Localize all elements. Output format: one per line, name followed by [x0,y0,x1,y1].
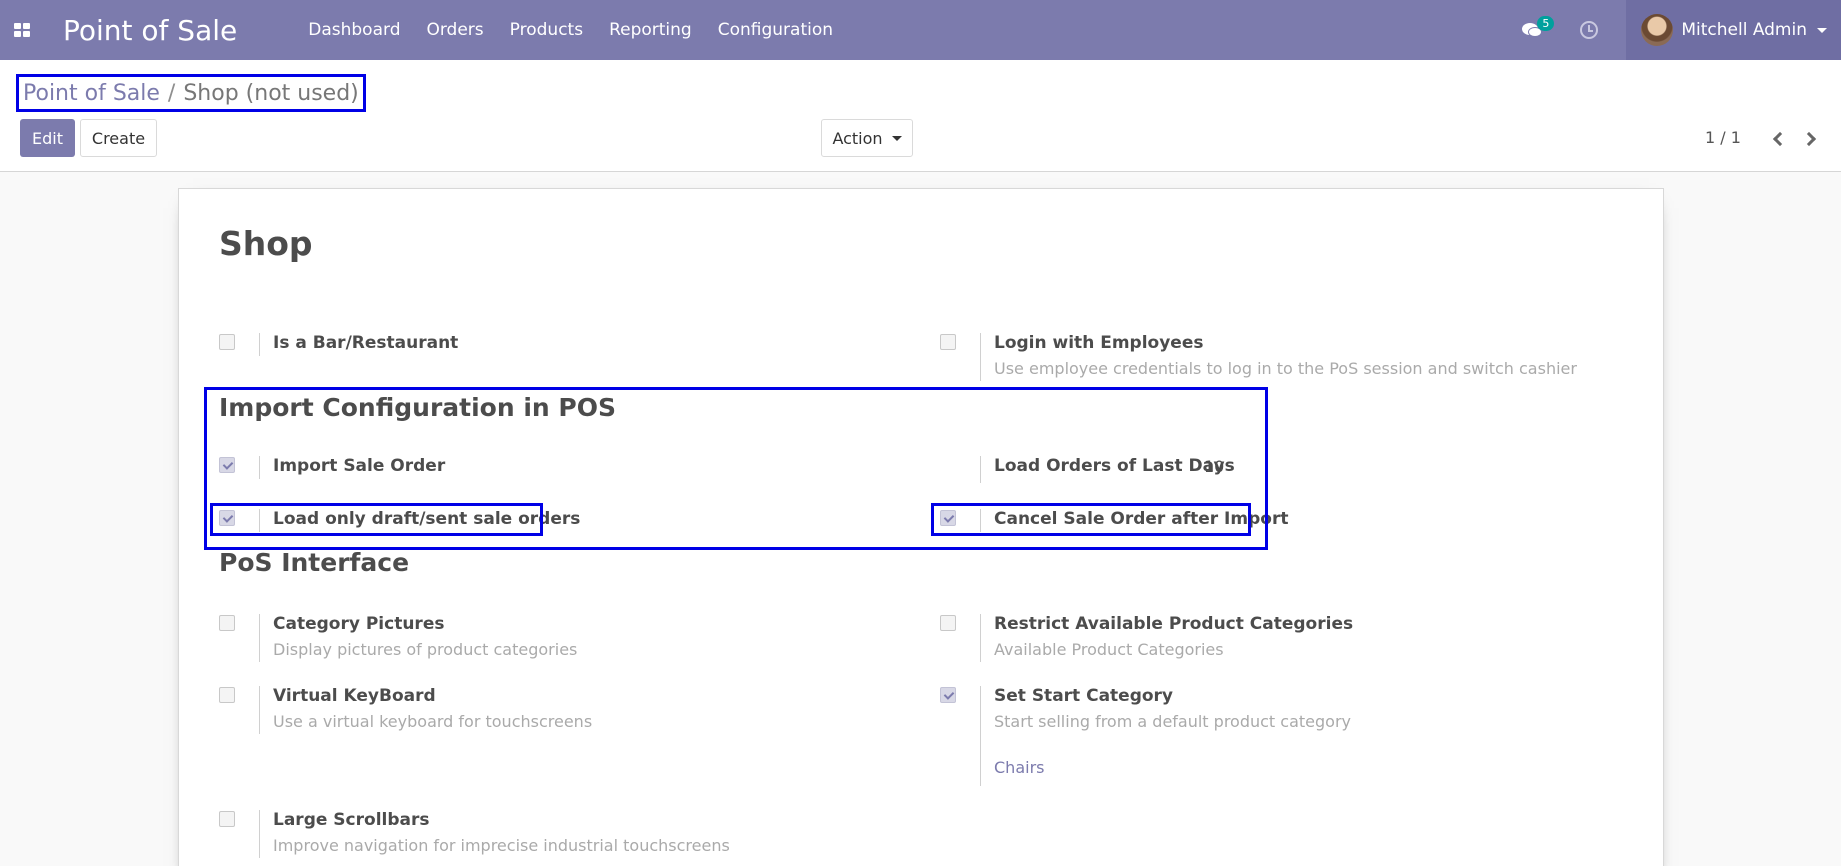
chevron-left-icon [1772,131,1788,147]
import-sale-order-label: Import Sale Order [273,456,446,476]
load-draft-checkbox[interactable] [219,510,235,526]
user-name: Mitchell Admin [1681,20,1807,40]
activity-clock-icon[interactable] [1580,21,1599,39]
import-sale-order-checkbox[interactable] [219,457,235,473]
menu-configuration[interactable]: Configuration [718,20,833,40]
breadcrumb-separator: / [167,80,176,106]
start-category-label: Set Start Category [994,686,1174,706]
cancel-after-import-checkbox[interactable] [940,510,956,526]
large-scrollbars-label: Large Scrollbars [273,810,430,830]
import-section-title: Import Configuration in POS [219,393,616,422]
avatar [1641,14,1674,46]
caret-down-icon [891,135,902,141]
large-scrollbars-checkbox[interactable] [219,811,235,827]
load-last-days-input[interactable]: 10 [1204,457,1224,476]
is-bar-checkbox[interactable] [219,334,235,350]
restrict-categories-checkbox[interactable] [940,615,956,631]
breadcrumb-current: Shop (not used) [183,80,359,106]
chevron-right-icon [1801,131,1817,147]
navbar-systray: 5 Mitchell Admin [1520,0,1841,60]
setting-divider [980,509,981,532]
menu-products[interactable]: Products [510,20,583,40]
setting-divider [980,333,981,381]
large-scrollbars-desc: Improve navigation for imprecise industr… [273,836,730,855]
setting-divider [259,456,260,479]
load-draft-label: Load only draft/sent sale orders [273,509,581,529]
pager-value[interactable]: 1 / 1 [1705,128,1741,147]
setting-divider [980,614,981,662]
start-category-desc: Start selling from a default product cat… [994,712,1351,731]
setting-divider [259,686,260,734]
load-last-days-label: Load Orders of Last Days [994,456,1235,476]
messages-icon[interactable]: 5 [1520,16,1555,40]
start-category-checkbox[interactable] [940,687,956,703]
login-employees-checkbox[interactable] [940,334,956,350]
virtual-keyboard-desc: Use a virtual keyboard for touchscreens [273,712,593,731]
setting-divider [980,686,981,786]
setting-divider [259,509,260,532]
action-label: Action [832,128,883,148]
category-pictures-checkbox[interactable] [219,615,235,631]
top-navbar: Point of Sale Dashboard Orders Products … [0,0,1841,60]
setting-divider [259,333,260,356]
restrict-categories-desc: Available Product Categories [994,640,1224,659]
apps-grid-icon[interactable] [14,23,30,37]
breadcrumb-parent[interactable]: Point of Sale [23,81,160,106]
is-bar-label: Is a Bar/Restaurant [273,333,459,353]
breadcrumb: Point of Sale / Shop (not used) [16,74,366,112]
restrict-categories-label: Restrict Available Product Categories [994,614,1354,634]
menu-reporting[interactable]: Reporting [609,20,692,40]
action-dropdown[interactable]: Action [821,119,913,157]
login-employees-desc: Use employee credentials to log in to th… [994,359,1577,378]
messages-count-badge: 5 [1537,16,1555,31]
pager-previous-button[interactable] [1771,130,1788,148]
pager-next-button[interactable] [1801,130,1820,148]
main-menu: Dashboard Orders Products Reporting Conf… [308,20,859,40]
edit-button[interactable]: Edit [20,119,75,157]
setting-divider [259,810,260,858]
record-title: Shop [219,224,313,263]
setting-divider [980,456,981,483]
category-pictures-label: Category Pictures [273,614,445,634]
caret-down-icon [1817,27,1827,33]
setting-divider [259,614,260,662]
interface-section-title: PoS Interface [219,548,410,577]
start-category-link[interactable]: Chairs [994,758,1044,777]
menu-orders[interactable]: Orders [426,20,483,40]
category-pictures-desc: Display pictures of product categories [273,640,578,659]
menu-dashboard[interactable]: Dashboard [308,20,400,40]
app-brand[interactable]: Point of Sale [63,14,237,47]
create-button[interactable]: Create [80,119,157,157]
virtual-keyboard-checkbox[interactable] [219,687,235,703]
cancel-after-import-label: Cancel Sale Order after Import [994,509,1289,529]
user-menu[interactable]: Mitchell Admin [1626,0,1841,60]
control-panel: Point of Sale / Shop (not used) Edit Cre… [0,60,1841,172]
virtual-keyboard-label: Virtual KeyBoard [273,686,436,706]
login-employees-label: Login with Employees [994,333,1204,353]
